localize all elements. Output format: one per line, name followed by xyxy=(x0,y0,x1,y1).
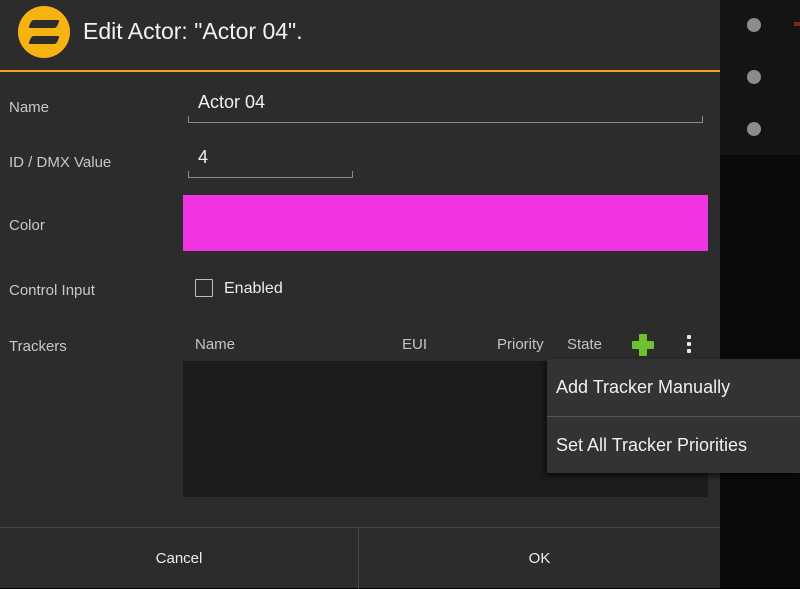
ok-button[interactable]: OK xyxy=(359,528,720,589)
column-header-priority[interactable]: Priority xyxy=(497,336,544,353)
background-dot xyxy=(747,122,761,136)
menu-item-label: Add Tracker Manually xyxy=(556,377,731,397)
menu-item-set-all-tracker-priorities[interactable]: Set All Tracker Priorities xyxy=(547,417,800,474)
menu-item-add-tracker-manually[interactable]: Add Tracker Manually xyxy=(547,359,800,416)
name-label: Name xyxy=(9,99,50,116)
id-input[interactable]: 4 xyxy=(188,145,353,178)
app-logo-icon xyxy=(18,6,70,58)
enabled-checkbox[interactable] xyxy=(195,279,213,297)
background-mark xyxy=(794,22,800,26)
edit-actor-dialog: Edit Actor: "Actor 04". Name Actor 04 ID… xyxy=(0,0,720,589)
background-dot xyxy=(747,18,761,32)
dialog-title: Edit Actor: "Actor 04". xyxy=(83,18,303,44)
dialog-button-bar: Cancel OK xyxy=(0,527,720,589)
enabled-checkbox-label[interactable]: Enabled xyxy=(224,280,283,298)
name-input-value: Actor 04 xyxy=(198,92,266,112)
column-header-state[interactable]: State xyxy=(567,336,602,353)
add-tracker-plus-icon[interactable] xyxy=(632,334,654,356)
trackers-label: Trackers xyxy=(9,338,67,355)
tracker-overflow-menu: Add Tracker Manually Set All Tracker Pri… xyxy=(547,359,800,473)
id-input-value: 4 xyxy=(198,147,209,167)
menu-item-label: Set All Tracker Priorities xyxy=(556,435,748,455)
column-header-eui[interactable]: EUI xyxy=(402,336,427,353)
more-vertical-icon[interactable] xyxy=(684,334,694,354)
id-label: ID / DMX Value xyxy=(9,154,112,171)
cancel-button[interactable]: Cancel xyxy=(0,528,358,589)
dialog-title-bar: Edit Actor: "Actor 04". xyxy=(0,0,720,72)
color-swatch[interactable] xyxy=(183,195,708,251)
column-header-name[interactable]: Name xyxy=(195,336,235,353)
name-input[interactable]: Actor 04 xyxy=(188,90,703,123)
background-dot xyxy=(747,70,761,84)
control-input-label: Control Input xyxy=(9,282,95,299)
color-label: Color xyxy=(9,217,45,234)
